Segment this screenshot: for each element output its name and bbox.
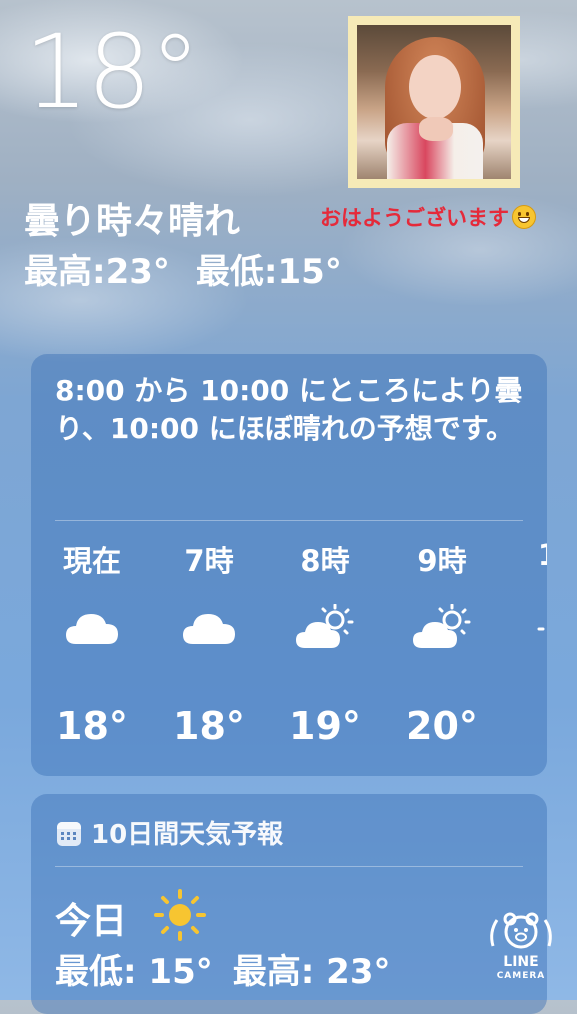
partly-sunny-icon xyxy=(296,604,354,648)
high-low-row: 最高:23° 最低:15° xyxy=(24,244,368,293)
condition-text: 曇り時々晴れ xyxy=(24,201,241,242)
greeting-text: おはようございます xyxy=(320,206,509,230)
hour-temperature: 2 xyxy=(513,704,547,748)
greeting-sticker-text: おはようございます xyxy=(320,202,536,232)
hour-temperature: 19° xyxy=(289,704,361,748)
low-temperature: 最低:15° xyxy=(195,252,342,292)
calendar-icon xyxy=(57,822,81,846)
cloud-icon xyxy=(183,614,235,644)
hour-label: 8時 xyxy=(300,544,350,578)
sun-icon xyxy=(154,889,206,941)
sun-icon xyxy=(537,627,545,631)
partly-sunny-icon xyxy=(413,604,471,648)
today-low-high: 最低: 15° 最高: 23° xyxy=(55,944,411,993)
today-label: 今日 xyxy=(55,901,128,942)
line-brand-text: LINE xyxy=(503,954,539,970)
today-low: 最低: 15° xyxy=(55,952,213,992)
grinning-face-emoji-icon xyxy=(512,205,536,229)
hour-label: 9時 xyxy=(417,544,467,578)
ten-day-title: 10日間天気予報 xyxy=(91,820,284,850)
current-temperature: 18° xyxy=(24,13,201,132)
line-camera-watermark: LINE CAMERA xyxy=(487,908,555,984)
today-high: 最高: 23° xyxy=(232,952,391,992)
hour-label: 現在 xyxy=(62,544,121,578)
hour-temperature: 20° xyxy=(406,704,478,748)
hour-label: 7時 xyxy=(184,544,234,578)
hourly-scroll-row[interactable]: 現在 18° 7時 18° 8時 19° 9時 20° xyxy=(31,538,547,758)
card-divider xyxy=(55,866,523,867)
high-temperature: 最高:23° xyxy=(24,252,170,292)
bear-logo-icon xyxy=(490,912,552,949)
hour-temperature: 18° xyxy=(173,704,245,748)
hourly-forecast-card[interactable]: 8:00 から 10:00 にところにより曇り、10:00 にほぼ晴れの予想です… xyxy=(31,354,547,776)
camera-brand-text: CAMERA xyxy=(496,971,546,981)
card-divider xyxy=(55,520,523,521)
portrait-photo-sticker xyxy=(348,16,520,188)
portrait-photo xyxy=(357,25,511,179)
ten-day-forecast-card[interactable]: 10日間天気予報 今日 最低: 15° 最高: 23° xyxy=(31,794,547,1014)
hour-temperature: 18° xyxy=(56,704,128,748)
hour-label: 10 xyxy=(513,538,547,572)
cloud-icon xyxy=(66,614,118,644)
ten-day-forecast-header: 10日間天気予報 xyxy=(57,814,283,851)
forecast-summary: 8:00 から 10:00 にところにより曇り、10:00 にほぼ晴れの予想です… xyxy=(55,374,523,445)
